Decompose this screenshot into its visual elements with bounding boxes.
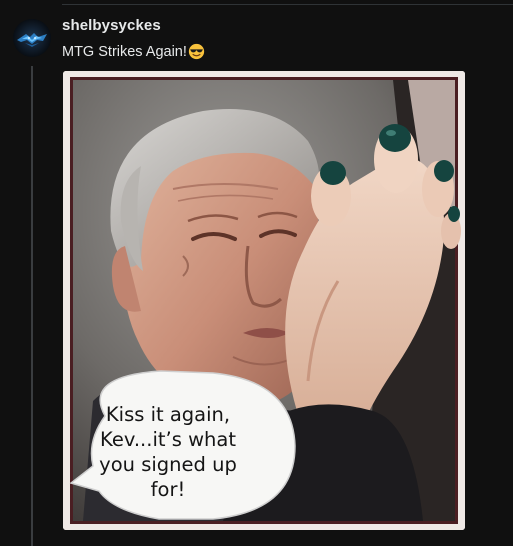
avatar[interactable] — [13, 19, 51, 57]
post-text: MTG Strikes Again! — [62, 43, 205, 60]
top-divider — [62, 4, 513, 5]
thread-line — [31, 66, 33, 546]
username[interactable]: shelbysyckes — [62, 17, 161, 34]
post-text-body: MTG Strikes Again! — [62, 43, 187, 60]
wolf-logo-icon — [13, 19, 51, 57]
speech-bubble-text: Kiss it again, Kev...it’s what you signe… — [99, 403, 237, 501]
smiling-face-with-sunglasses-icon — [188, 43, 205, 60]
